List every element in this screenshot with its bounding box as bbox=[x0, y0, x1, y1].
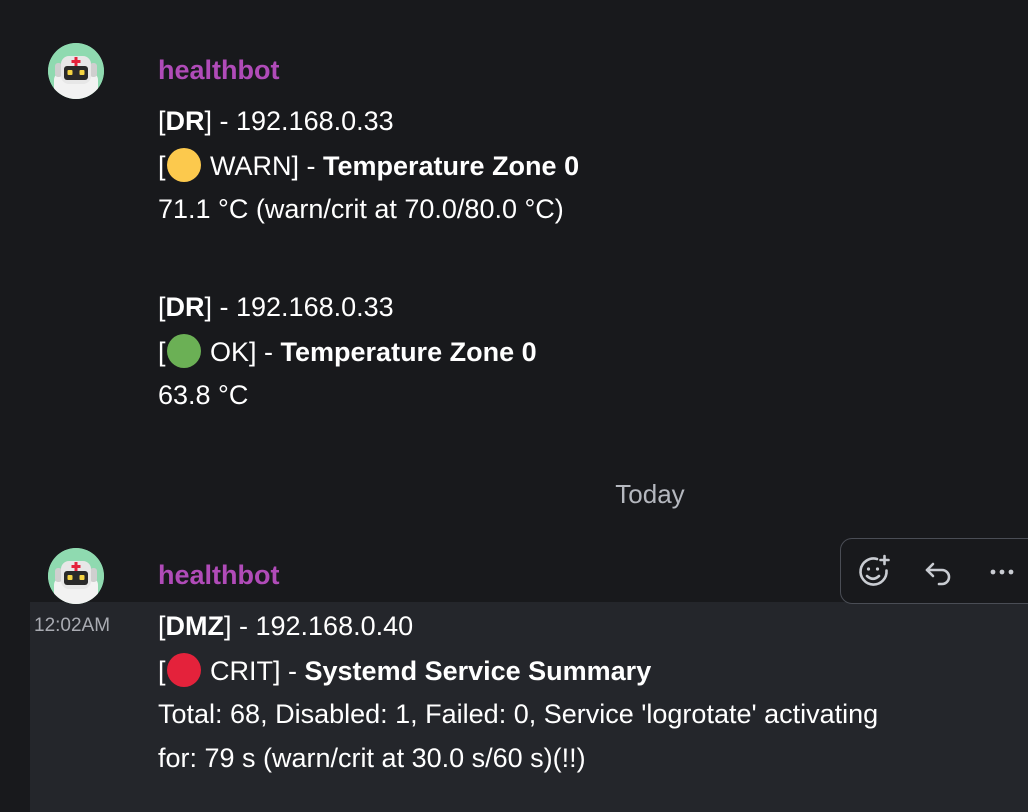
message-action-bar bbox=[840, 538, 1028, 604]
robot-avatar-icon bbox=[48, 548, 104, 604]
host-line: [DMZ] - 192.168.0.40 bbox=[158, 611, 414, 641]
check-name: Temperature Zone 0 bbox=[323, 151, 580, 181]
check-detail: 71.1 °C (warn/crit at 70.0/80.0 °C) bbox=[158, 194, 564, 224]
status-line: [ OK] - Temperature Zone 0 bbox=[158, 334, 537, 369]
avatar[interactable] bbox=[48, 43, 104, 99]
message-timestamp[interactable]: 12:02AM bbox=[34, 614, 110, 638]
status-line: [ CRIT] - Systemd Service Summary bbox=[158, 653, 651, 688]
avatar[interactable] bbox=[48, 548, 104, 604]
more-options-icon bbox=[990, 569, 1014, 575]
check-name: Systemd Service Summary bbox=[304, 656, 652, 686]
message-sender[interactable]: healthbot bbox=[158, 558, 280, 592]
yellow-circle-icon bbox=[166, 148, 201, 182]
host-tag: DR bbox=[165, 106, 205, 136]
check-detail: for: 79 s (warn/crit at 30.0 s/60 s)(!!) bbox=[158, 743, 586, 773]
robot-avatar-icon bbox=[48, 43, 104, 99]
host-tag: DMZ bbox=[165, 611, 224, 641]
check-detail: Total: 68, Disabled: 1, Failed: 0, Servi… bbox=[158, 699, 879, 729]
more-options-button[interactable] bbox=[981, 551, 1023, 593]
reply-button[interactable] bbox=[917, 551, 959, 593]
host-line: [DR] - 192.168.0.33 bbox=[158, 106, 394, 136]
host-line: [DR] - 192.168.0.33 bbox=[158, 292, 394, 322]
check-detail: 63.8 °C bbox=[158, 380, 249, 410]
add-reaction-icon bbox=[859, 554, 890, 586]
check-name: Temperature Zone 0 bbox=[280, 337, 537, 367]
day-divider: Today bbox=[615, 479, 685, 509]
host-tag: DR bbox=[165, 292, 205, 322]
status-line: [ WARN] - Temperature Zone 0 bbox=[158, 148, 579, 183]
reply-icon bbox=[925, 562, 951, 586]
red-circle-icon bbox=[166, 653, 201, 687]
message-sender[interactable]: healthbot bbox=[158, 53, 280, 87]
green-circle-icon bbox=[166, 334, 201, 368]
add-reaction-button[interactable] bbox=[854, 551, 896, 593]
